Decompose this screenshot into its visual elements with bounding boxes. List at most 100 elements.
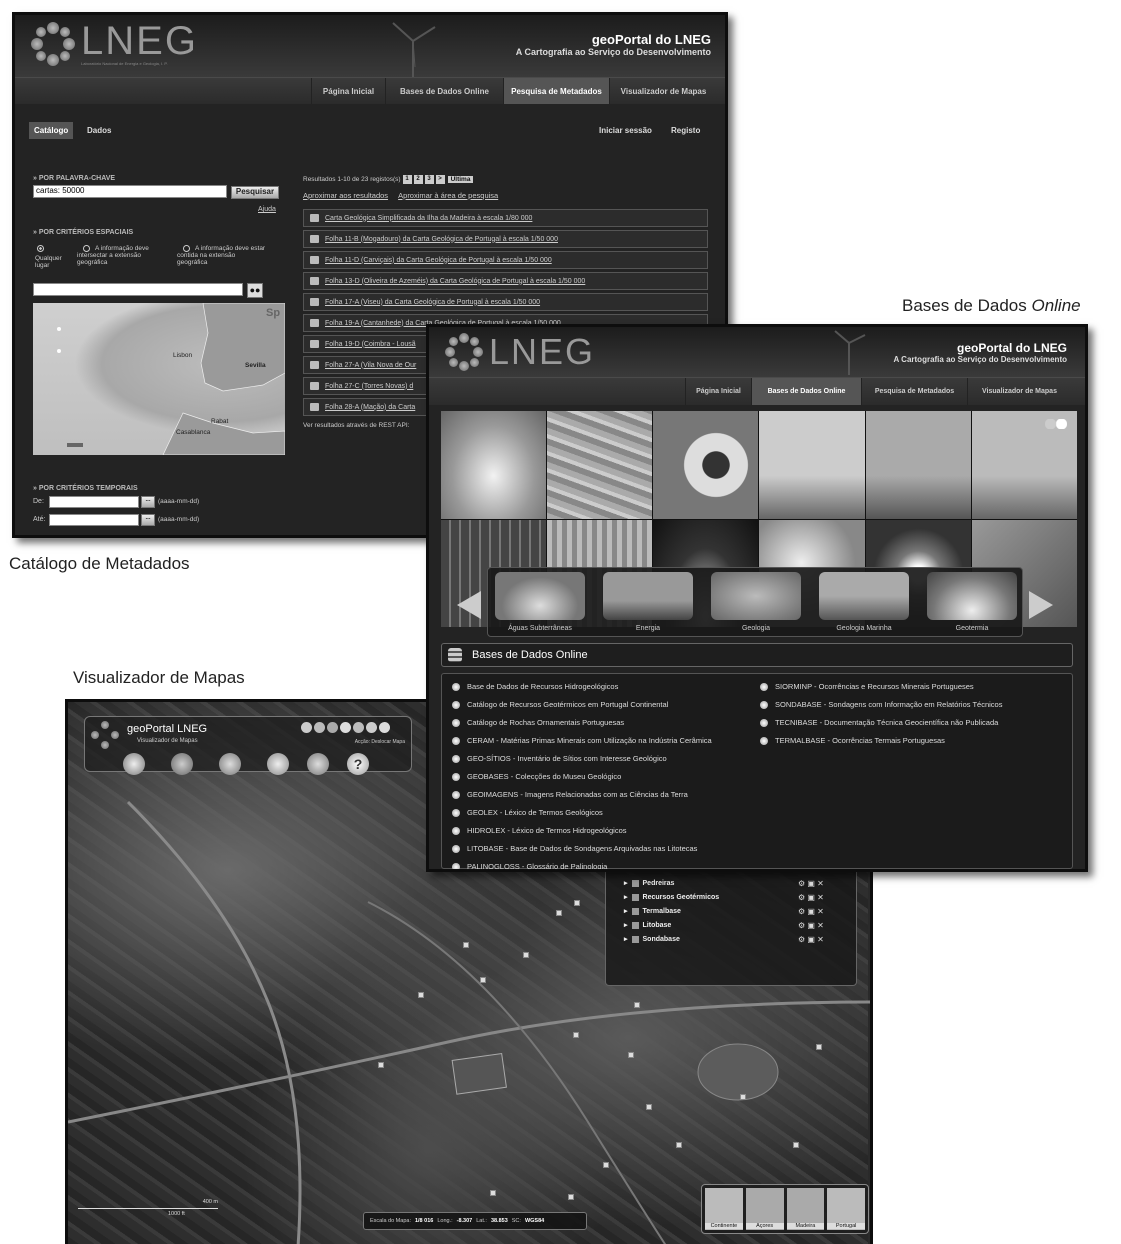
search-button[interactable]: Pesquisar bbox=[231, 186, 279, 199]
region-continente[interactable]: Continente bbox=[705, 1188, 743, 1230]
result-row[interactable]: Folha 13-D (Oliveira de Azeméis) da Cart… bbox=[303, 272, 708, 290]
tool-settings-icon[interactable] bbox=[307, 753, 329, 775]
layer-item-litobase[interactable]: ▸ Litobase bbox=[624, 921, 671, 929]
map-marker[interactable] bbox=[480, 977, 486, 983]
page-2[interactable]: 2 bbox=[413, 175, 423, 184]
map-marker[interactable] bbox=[628, 1052, 634, 1058]
layer-item-recursos[interactable]: ▸ Recursos Geotérmicos bbox=[624, 893, 719, 901]
bases-nav-home[interactable]: Página Inicial bbox=[685, 378, 751, 405]
db-item-sondabase[interactable]: SONDABASE - Sondagens com Informação em … bbox=[760, 700, 1002, 709]
db-item-geobases[interactable]: GEOBASES - Colecções do Museu Geológico bbox=[452, 772, 621, 781]
tool-stack-icon[interactable] bbox=[219, 753, 241, 775]
help-link[interactable]: Ajuda bbox=[258, 206, 276, 213]
result-title[interactable]: Folha 19-D (Coimbra - Lousã bbox=[325, 341, 416, 348]
map-marker[interactable] bbox=[523, 952, 529, 958]
map-marker[interactable] bbox=[646, 1104, 652, 1110]
tool-zoom-in-icon[interactable] bbox=[301, 722, 312, 733]
db-label[interactable]: TECNIBASE - Documentação Técnica Geocien… bbox=[775, 718, 998, 727]
map-marker[interactable] bbox=[568, 1194, 574, 1200]
layer-checkbox[interactable] bbox=[631, 879, 639, 887]
layer-checkbox[interactable] bbox=[631, 893, 639, 901]
tool-draw-icon[interactable] bbox=[171, 753, 193, 775]
map-marker[interactable] bbox=[634, 1002, 640, 1008]
map-marker[interactable] bbox=[378, 1062, 384, 1068]
tool-layers-icon[interactable] bbox=[123, 753, 145, 775]
db-label[interactable]: Base de Dados de Recursos Hidrogeológico… bbox=[467, 682, 618, 691]
result-title[interactable]: Folha 27-C (Torres Novas) d bbox=[325, 383, 413, 390]
db-item-palinogloss[interactable]: PALINOGLOSS - Glossário de Palinologia bbox=[452, 862, 607, 869]
zoom-to-results-link[interactable]: Aproximar aos resultados bbox=[303, 191, 388, 200]
layer-checkbox[interactable] bbox=[631, 935, 639, 943]
register-link[interactable]: Registo bbox=[671, 126, 700, 135]
category-energia[interactable]: Energia bbox=[596, 568, 700, 638]
result-row[interactable]: Folha 11-D (Carviçais) da Carta Geológic… bbox=[303, 251, 708, 269]
tool-info-icon[interactable] bbox=[366, 722, 377, 733]
catalog-nav-home[interactable]: Página Inicial bbox=[311, 78, 385, 104]
db-item-litobase[interactable]: LITOBASE - Base de Dados de Sondagens Ar… bbox=[452, 844, 697, 853]
tool-pan-icon[interactable] bbox=[340, 722, 351, 733]
db-item-geositios[interactable]: GEO-SÍTIOS - Inventário de Sítios com In… bbox=[452, 754, 667, 763]
catalog-nav-metadata[interactable]: Pesquisa de Metadados bbox=[503, 78, 609, 104]
layer-item-pedreiras[interactable]: ▸ Pedreiras bbox=[624, 879, 674, 887]
map-marker[interactable] bbox=[573, 1032, 579, 1038]
layer-item-sondabase[interactable]: ▸ Sondabase bbox=[624, 935, 680, 943]
tool-zoom-out-icon[interactable] bbox=[314, 722, 325, 733]
db-item-tecnibase[interactable]: TECNIBASE - Documentação Técnica Geocien… bbox=[760, 718, 998, 727]
location-input[interactable] bbox=[33, 283, 243, 296]
result-title[interactable]: Folha 11-D (Carviçais) da Carta Geológic… bbox=[325, 257, 552, 264]
category-aguas-subterraneas[interactable]: Águas Subterrâneas bbox=[488, 568, 592, 638]
bases-nav-map-viewer[interactable]: Visualizador de Mapas bbox=[967, 378, 1071, 405]
map-marker[interactable] bbox=[418, 992, 424, 998]
result-row[interactable]: Folha 11-B (Mogadouro) da Carta Geológic… bbox=[303, 230, 708, 248]
region-portugal[interactable]: Portugal bbox=[827, 1188, 865, 1230]
result-row[interactable]: Folha 17-A (Viseu) da Carta Geológica de… bbox=[303, 293, 708, 311]
radio-any-place[interactable]: Qualquer lugar bbox=[35, 245, 62, 269]
db-label[interactable]: TERMALBASE - Ocorrências Termais Portugu… bbox=[775, 736, 945, 745]
radio-contained-icon[interactable] bbox=[183, 245, 190, 252]
map-marker[interactable] bbox=[816, 1044, 822, 1050]
result-title[interactable]: Folha 28-A (Mação) da Carta bbox=[325, 404, 415, 411]
map-marker[interactable] bbox=[603, 1162, 609, 1168]
binoculars-icon[interactable]: ●● bbox=[247, 283, 263, 298]
db-label[interactable]: Catálogo de Recursos Geotérmicos em Port… bbox=[467, 700, 668, 709]
map-marker[interactable] bbox=[740, 1094, 746, 1100]
db-label[interactable]: GEO-SÍTIOS - Inventário de Sítios com In… bbox=[467, 754, 667, 763]
map-marker[interactable] bbox=[793, 1142, 799, 1148]
catalog-nav-map-viewer[interactable]: Visualizador de Mapas bbox=[609, 78, 717, 104]
category-geologia[interactable]: Geologia bbox=[704, 568, 808, 638]
db-label[interactable]: HIDROLEX - Léxico de Termos Hidrogeológi… bbox=[467, 826, 627, 835]
result-title[interactable]: Carta Geológica Simplificada da Ilha da … bbox=[325, 215, 532, 222]
db-label[interactable]: PALINOGLOSS - Glossário de Palinologia bbox=[467, 862, 607, 869]
radio-contained[interactable]: A informação deve estar contida na exten… bbox=[177, 245, 265, 266]
login-link[interactable]: Iniciar sessão bbox=[599, 126, 652, 135]
zoom-to-area-link[interactable]: Aproximar à área de pesquisa bbox=[398, 191, 498, 200]
bases-nav-metadata[interactable]: Pesquisa de Metadados bbox=[861, 378, 967, 405]
db-label[interactable]: GEOBASES - Colecções do Museu Geológico bbox=[467, 772, 621, 781]
db-label[interactable]: CERAM - Matérias Primas Minerais com Uti… bbox=[467, 736, 712, 745]
page-1[interactable]: 1 bbox=[402, 175, 412, 184]
date-from-input[interactable] bbox=[49, 496, 139, 508]
db-label[interactable]: GEOLEX - Léxico de Termos Geológicos bbox=[467, 808, 603, 817]
db-label[interactable]: LITOBASE - Base de Dados de Sondagens Ar… bbox=[467, 844, 697, 853]
layer-checkbox[interactable] bbox=[631, 907, 639, 915]
mosaic-corner-icons[interactable] bbox=[1045, 419, 1067, 429]
map-marker[interactable] bbox=[463, 942, 469, 948]
result-title[interactable]: Folha 17-A (Viseu) da Carta Geológica de… bbox=[325, 299, 540, 306]
db-item-hidrolex[interactable]: HIDROLEX - Léxico de Termos Hidrogeológi… bbox=[452, 826, 627, 835]
db-item-geolex[interactable]: GEOLEX - Léxico de Termos Geológicos bbox=[452, 808, 603, 817]
db-label[interactable]: SONDABASE - Sondagens com Informação em … bbox=[775, 700, 1002, 709]
category-geologia-marinha[interactable]: Geologia Marinha bbox=[812, 568, 916, 638]
radio-intersect[interactable]: A informação deve intersectar a extensão… bbox=[77, 245, 149, 266]
db-label[interactable]: SIORMINP - Ocorrências e Recursos Minera… bbox=[775, 682, 974, 691]
db-label[interactable]: Catálogo de Rochas Ornamentais Portugues… bbox=[467, 718, 624, 727]
map-marker[interactable] bbox=[556, 910, 562, 916]
db-item-siorminp[interactable]: SIORMINP - Ocorrências e Recursos Minera… bbox=[760, 682, 974, 691]
layer-item-termalbase[interactable]: ▸ Termalbase bbox=[624, 907, 681, 915]
db-item-geoimagens[interactable]: GEOIMAGENS - Imagens Relacionadas com as… bbox=[452, 790, 688, 799]
tool-globe-icon[interactable] bbox=[327, 722, 338, 733]
carousel-next-arrow-icon[interactable] bbox=[1029, 591, 1053, 619]
date-to-picker[interactable]: ... bbox=[141, 514, 155, 526]
category-geotermia[interactable]: Geotermia bbox=[920, 568, 1024, 638]
bases-nav-databases[interactable]: Bases de Dados Online bbox=[751, 378, 861, 405]
region-madeira[interactable]: Madeira bbox=[786, 1188, 825, 1230]
